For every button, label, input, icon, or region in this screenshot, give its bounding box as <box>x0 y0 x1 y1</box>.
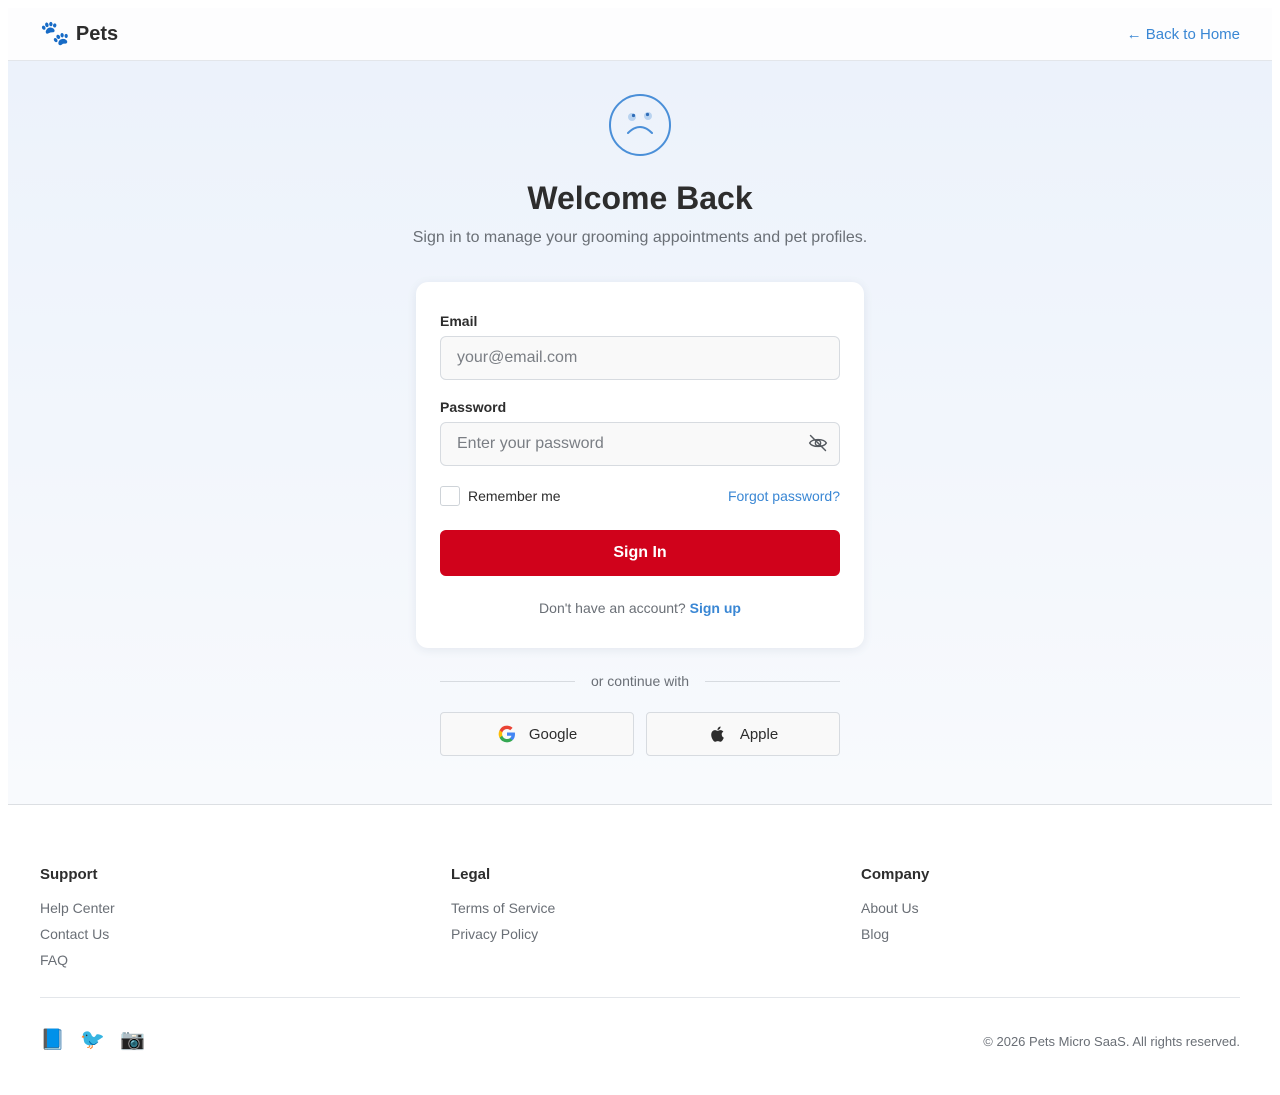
google-signin-button[interactable]: Google <box>440 712 634 756</box>
back-to-home-link[interactable]: ← Back to Home <box>1127 26 1240 43</box>
remember-me-label[interactable]: Remember me <box>468 488 561 504</box>
copyright-text: © 2026 Pets Micro SaaS. All rights reser… <box>983 1034 1240 1049</box>
footer-link-terms[interactable]: Terms of Service <box>451 895 555 921</box>
brand[interactable]: 🐾 Pets <box>40 22 118 46</box>
footer-heading: Support <box>40 866 98 883</box>
twitter-icon[interactable]: 🐦 <box>80 1028 105 1052</box>
sad-face-icon <box>609 94 671 156</box>
footer-link-contact-us[interactable]: Contact Us <box>40 921 115 947</box>
footer-column-support: Support Help Center Contact Us FAQ <box>40 866 115 973</box>
page-subtitle: Sign in to manage your grooming appointm… <box>412 229 868 246</box>
google-icon <box>498 725 515 743</box>
paw-icon: 🐾 <box>40 20 70 47</box>
password-field[interactable] <box>440 422 840 466</box>
signup-row: Don't have an account? Sign up <box>416 600 864 616</box>
page-title: Welcome Back <box>527 180 753 216</box>
footer-heading: Legal <box>451 866 491 883</box>
top-header: 🐾 Pets ← Back to Home <box>8 8 1272 61</box>
signup-prompt: Don't have an account? <box>539 600 686 616</box>
email-field[interactable] <box>440 336 840 380</box>
divider-text: or continue with <box>590 673 690 689</box>
apple-signin-button[interactable]: Apple <box>646 712 840 756</box>
divider-line <box>440 680 575 682</box>
footer-link-privacy[interactable]: Privacy Policy <box>451 921 555 947</box>
apple-icon <box>711 726 724 742</box>
email-label: Email <box>440 313 478 329</box>
sign-up-link[interactable]: Sign up <box>690 600 741 616</box>
footer-link-about-us[interactable]: About Us <box>861 895 929 921</box>
facebook-icon[interactable]: 📘 <box>40 1028 65 1052</box>
social-divider: or continue with <box>440 673 840 689</box>
login-section: Welcome Back Sign in to manage your groo… <box>8 61 1272 805</box>
divider-line <box>705 680 840 682</box>
footer-link-blog[interactable]: Blog <box>861 921 929 947</box>
social-links: 📘 🐦 📷 <box>40 1028 145 1052</box>
login-card: Email Password Remember me Forgot passwo… <box>416 282 864 648</box>
forgot-password-link[interactable]: Forgot password? <box>728 488 840 504</box>
site-footer: Support Help Center Contact Us FAQ Legal… <box>8 805 1272 1095</box>
apple-label: Apple <box>739 725 779 743</box>
brand-name: Pets <box>75 22 119 45</box>
eye-off-icon[interactable] <box>808 433 828 453</box>
footer-link-help-center[interactable]: Help Center <box>40 895 115 921</box>
remember-me: Remember me <box>440 486 561 506</box>
sign-in-button[interactable]: Sign In <box>440 530 840 576</box>
page: 🐾 Pets ← Back to Home Welcome Back Sign … <box>8 8 1272 1095</box>
footer-heading: Company <box>861 866 930 883</box>
remember-me-checkbox[interactable] <box>440 486 460 506</box>
footer-column-company: Company About Us Blog <box>861 866 929 947</box>
footer-divider <box>40 997 1240 998</box>
instagram-icon[interactable]: 📷 <box>120 1028 145 1052</box>
google-label: Google <box>528 725 578 743</box>
footer-link-faq[interactable]: FAQ <box>40 947 115 973</box>
footer-column-legal: Legal Terms of Service Privacy Policy <box>451 866 555 947</box>
password-label: Password <box>440 399 507 415</box>
